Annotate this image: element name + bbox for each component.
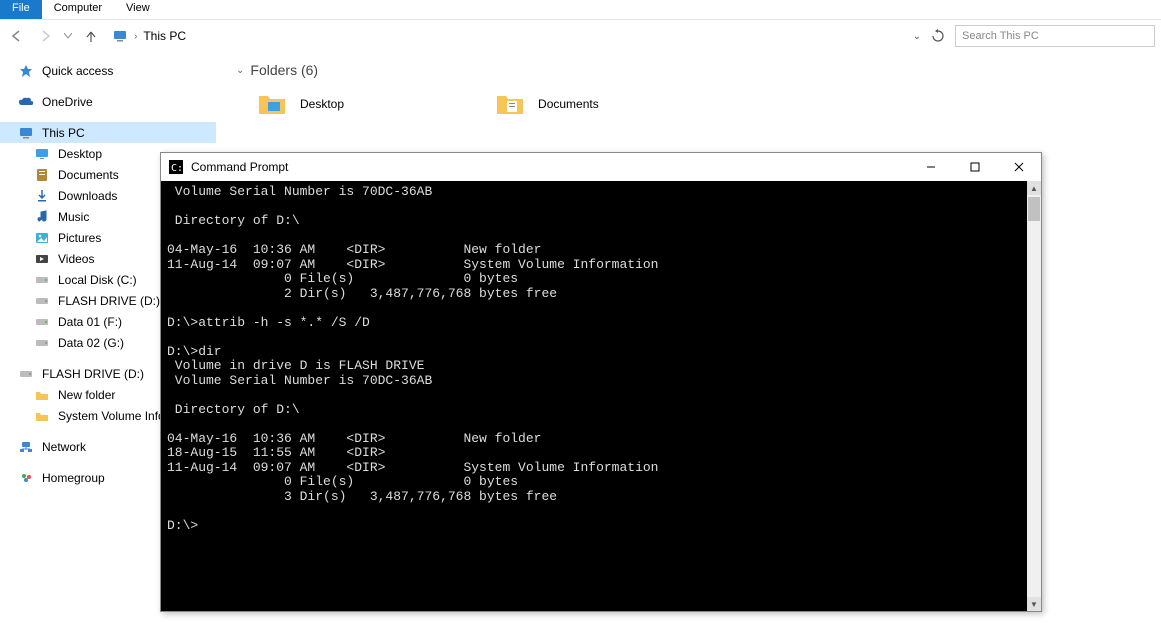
cmd-icon: C:\ <box>169 160 183 174</box>
nav-up-button[interactable] <box>80 25 102 47</box>
nav-label: Desktop <box>58 147 102 161</box>
star-icon <box>18 63 34 79</box>
nav-forward-button[interactable] <box>34 25 56 47</box>
folder-desktop[interactable]: Desktop <box>256 88 344 120</box>
nav-label: Music <box>58 210 89 224</box>
nav-quick-access[interactable]: Quick access <box>0 60 216 81</box>
nav-label: FLASH DRIVE (D:) <box>58 294 160 308</box>
breadcrumb[interactable]: › This PC <box>112 28 186 44</box>
nav-label: Data 02 (G:) <box>58 336 124 350</box>
nav-onedrive[interactable]: OneDrive <box>0 91 216 112</box>
chevron-down-icon: ⌄ <box>236 65 244 76</box>
drive-icon <box>34 335 50 351</box>
folder-icon <box>34 408 50 424</box>
address-bar: › This PC ⌄ Search This PC <box>0 20 1161 52</box>
command-prompt-window: C:\ Command Prompt Volume Serial Number … <box>160 152 1042 612</box>
desktop-icon <box>34 146 50 162</box>
maximize-icon <box>970 162 980 172</box>
scroll-up-button[interactable]: ▲ <box>1027 181 1041 195</box>
network-icon <box>18 439 34 455</box>
nav-label: Downloads <box>58 189 117 203</box>
command-prompt-titlebar[interactable]: C:\ Command Prompt <box>161 153 1041 181</box>
section-title: Folders (6) <box>250 62 318 78</box>
svg-text:C:\: C:\ <box>171 163 183 174</box>
search-input[interactable]: Search This PC <box>955 25 1155 47</box>
menu-computer[interactable]: Computer <box>42 0 114 19</box>
nav-dropdown-button[interactable] <box>62 25 74 47</box>
nav-label: Data 01 (F:) <box>58 315 122 329</box>
folder-icon <box>256 88 288 120</box>
folder-icon <box>494 88 526 120</box>
folder-label: Documents <box>538 97 599 111</box>
folder-icon <box>34 387 50 403</box>
chevron-down-icon[interactable]: ⌄ <box>913 31 921 42</box>
maximize-button[interactable] <box>953 153 997 181</box>
nav-label: Homegroup <box>42 471 105 485</box>
download-icon <box>34 188 50 204</box>
scroll-down-button[interactable]: ▼ <box>1027 597 1041 611</box>
cloud-icon <box>18 94 34 110</box>
drive-icon <box>34 314 50 330</box>
nav-label: New folder <box>58 388 115 402</box>
drive-icon <box>18 366 34 382</box>
nav-label: Network <box>42 440 86 454</box>
folder-documents[interactable]: Documents <box>494 88 599 120</box>
nav-label: FLASH DRIVE (D:) <box>42 367 144 381</box>
music-icon <box>34 209 50 225</box>
video-icon <box>34 251 50 267</box>
chevron-right-icon: › <box>134 31 137 42</box>
pc-icon <box>112 28 128 44</box>
nav-label: Local Disk (C:) <box>58 273 137 287</box>
minimize-icon <box>926 162 936 172</box>
arrow-right-icon <box>38 29 52 43</box>
scrollbar[interactable]: ▲ ▼ <box>1027 181 1041 611</box>
document-icon <box>34 167 50 183</box>
nav-label: Documents <box>58 168 119 182</box>
breadcrumb-location: This PC <box>143 29 186 43</box>
menu-file[interactable]: File <box>0 0 42 19</box>
nav-label: Videos <box>58 252 94 266</box>
chevron-down-icon <box>64 33 72 39</box>
arrow-left-icon <box>10 29 24 43</box>
nav-label: This PC <box>42 126 85 140</box>
nav-back-button[interactable] <box>6 25 28 47</box>
refresh-icon <box>931 29 945 43</box>
nav-label: OneDrive <box>42 95 93 109</box>
drive-icon <box>34 272 50 288</box>
menu-bar: File Computer View <box>0 0 1161 20</box>
section-folders-header[interactable]: ⌄ Folders (6) <box>236 62 1141 78</box>
picture-icon <box>34 230 50 246</box>
nav-label: Pictures <box>58 231 101 245</box>
minimize-button[interactable] <box>909 153 953 181</box>
scroll-thumb[interactable] <box>1028 197 1040 221</box>
window-title: Command Prompt <box>191 160 288 174</box>
close-button[interactable] <box>997 153 1041 181</box>
menu-view[interactable]: View <box>114 0 162 19</box>
homegroup-icon <box>18 470 34 486</box>
close-icon <box>1014 162 1024 172</box>
refresh-button[interactable] <box>931 29 945 43</box>
arrow-up-icon <box>84 29 98 43</box>
command-prompt-output[interactable]: Volume Serial Number is 70DC-36AB Direct… <box>161 181 1027 611</box>
folder-label: Desktop <box>300 97 344 111</box>
scroll-track[interactable] <box>1027 195 1041 597</box>
nav-this-pc[interactable]: This PC <box>0 122 216 143</box>
drive-icon <box>34 293 50 309</box>
nav-label: Quick access <box>42 64 113 78</box>
search-placeholder: Search This PC <box>962 30 1039 42</box>
pc-icon <box>18 125 34 141</box>
